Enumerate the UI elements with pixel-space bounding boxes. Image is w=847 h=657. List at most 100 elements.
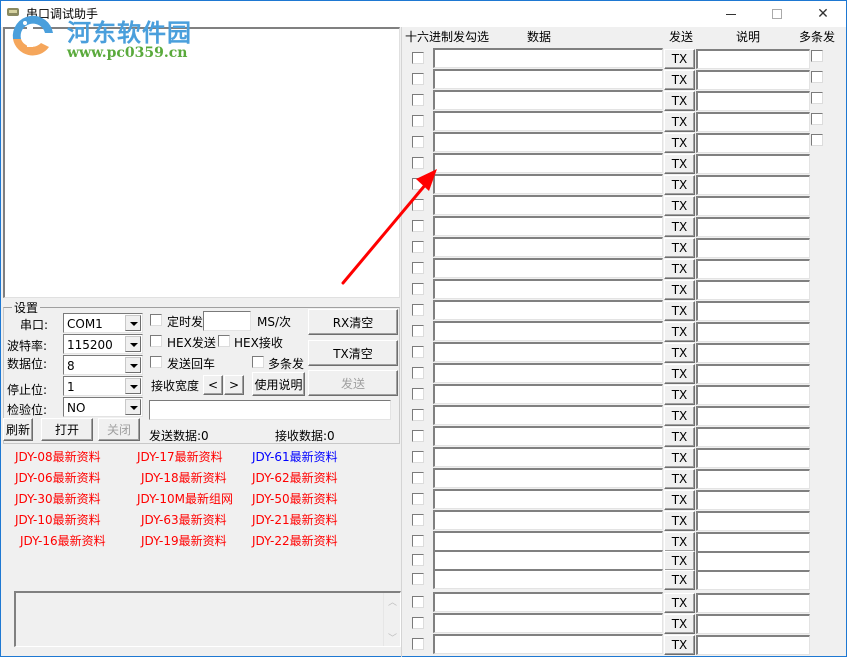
stopbits-select[interactable]: 1	[63, 376, 143, 396]
row-description-input[interactable]	[696, 154, 810, 174]
row-data-input[interactable]	[433, 90, 663, 110]
row-data-input[interactable]	[433, 447, 663, 467]
minimize-button[interactable]	[708, 1, 754, 27]
row-description-input[interactable]	[696, 91, 810, 111]
row-description-input[interactable]	[696, 238, 810, 258]
row-data-input[interactable]	[433, 468, 663, 488]
hex-select-checkbox[interactable]	[412, 573, 424, 585]
product-link[interactable]: JDY-08最新资料	[15, 448, 101, 465]
row-data-input[interactable]	[433, 384, 663, 404]
row-data-input[interactable]	[433, 48, 663, 68]
close-button[interactable]: ✕	[800, 1, 846, 27]
hex-select-checkbox[interactable]	[412, 157, 424, 169]
hex-select-checkbox[interactable]	[412, 514, 424, 526]
row-description-input[interactable]	[696, 427, 810, 447]
row-data-input[interactable]	[433, 405, 663, 425]
row-description-input[interactable]	[696, 217, 810, 237]
row-tx-button[interactable]: TX	[664, 511, 695, 531]
hex-select-checkbox[interactable]	[412, 304, 424, 316]
hex-select-checkbox[interactable]	[412, 136, 424, 148]
product-link[interactable]: JDY-19最新资料	[141, 532, 227, 549]
row-tx-button[interactable]: TX	[664, 343, 695, 363]
row-multi-send-checkbox[interactable]	[811, 50, 823, 62]
row-data-input[interactable]	[433, 531, 663, 551]
row-tx-button[interactable]: TX	[664, 91, 695, 111]
open-button[interactable]: 打开	[41, 418, 93, 441]
product-link[interactable]: JDY-18最新资料	[141, 469, 227, 486]
product-link[interactable]: JDY-21最新资料	[252, 511, 338, 528]
row-data-input[interactable]	[433, 111, 663, 131]
row-tx-button[interactable]: TX	[664, 570, 695, 590]
hex-select-checkbox[interactable]	[412, 367, 424, 379]
log-textarea[interactable]: ︿ ﹀	[14, 591, 401, 647]
tx-clear-button[interactable]: TX清空	[308, 340, 398, 366]
databits-select[interactable]: 8	[63, 355, 143, 375]
row-data-input[interactable]	[433, 69, 663, 89]
row-description-input[interactable]	[696, 570, 810, 590]
row-tx-button[interactable]: TX	[664, 406, 695, 426]
hex-select-checkbox[interactable]	[412, 535, 424, 547]
row-tx-button[interactable]: TX	[664, 427, 695, 447]
row-description-input[interactable]	[696, 532, 810, 552]
product-link[interactable]: JDY-30最新资料	[15, 490, 101, 507]
hex-select-checkbox[interactable]	[412, 409, 424, 421]
row-tx-button[interactable]: TX	[664, 196, 695, 216]
row-data-input[interactable]	[433, 321, 663, 341]
row-description-input[interactable]	[696, 511, 810, 531]
hex-recv-checkbox[interactable]	[218, 335, 230, 347]
row-data-input[interactable]	[433, 363, 663, 383]
row-description-input[interactable]	[696, 551, 810, 571]
hex-select-checkbox[interactable]	[412, 325, 424, 337]
row-description-input[interactable]	[696, 364, 810, 384]
row-tx-button[interactable]: TX	[664, 614, 695, 634]
row-multi-send-checkbox[interactable]	[811, 134, 823, 146]
row-description-input[interactable]	[696, 49, 810, 69]
row-data-input[interactable]	[433, 237, 663, 257]
parity-select[interactable]: NO	[63, 397, 143, 417]
row-tx-button[interactable]: TX	[664, 154, 695, 174]
product-link[interactable]: JDY-62最新资料	[252, 469, 338, 486]
row-tx-button[interactable]: TX	[664, 175, 695, 195]
width-decrease-button[interactable]: <	[203, 375, 223, 395]
help-button[interactable]: 使用说明	[252, 372, 305, 396]
hex-select-checkbox[interactable]	[412, 178, 424, 190]
row-data-input[interactable]	[433, 132, 663, 152]
row-tx-button[interactable]: TX	[664, 322, 695, 342]
row-description-input[interactable]	[696, 70, 810, 90]
row-tx-button[interactable]: TX	[664, 635, 695, 655]
hex-select-checkbox[interactable]	[412, 388, 424, 400]
hex-select-checkbox[interactable]	[412, 283, 424, 295]
row-description-input[interactable]	[696, 301, 810, 321]
row-description-input[interactable]	[696, 175, 810, 195]
row-multi-send-checkbox[interactable]	[811, 71, 823, 83]
row-description-input[interactable]	[696, 133, 810, 153]
product-link[interactable]: JDY-63最新资料	[141, 511, 227, 528]
row-data-input[interactable]	[433, 592, 663, 612]
row-tx-button[interactable]: TX	[664, 364, 695, 384]
row-description-input[interactable]	[696, 322, 810, 342]
row-data-input[interactable]	[433, 258, 663, 278]
hex-select-checkbox[interactable]	[412, 638, 424, 650]
row-data-input[interactable]	[433, 342, 663, 362]
row-tx-button[interactable]: TX	[664, 532, 695, 552]
rx-clear-button[interactable]: RX清空	[308, 309, 398, 335]
hex-select-checkbox[interactable]	[412, 220, 424, 232]
hex-select-checkbox[interactable]	[412, 617, 424, 629]
row-tx-button[interactable]: TX	[664, 133, 695, 153]
chevron-down-icon[interactable]	[125, 357, 141, 373]
row-data-input[interactable]	[433, 426, 663, 446]
row-description-input[interactable]	[696, 343, 810, 363]
row-data-input[interactable]	[433, 153, 663, 173]
row-data-input[interactable]	[433, 174, 663, 194]
chevron-down-icon[interactable]	[125, 315, 141, 331]
row-tx-button[interactable]: TX	[664, 217, 695, 237]
chevron-down-icon[interactable]	[125, 399, 141, 415]
timed-send-checkbox[interactable]	[150, 314, 162, 326]
row-tx-button[interactable]: TX	[664, 448, 695, 468]
row-tx-button[interactable]: TX	[664, 301, 695, 321]
row-data-input[interactable]	[433, 634, 663, 654]
product-link[interactable]: JDY-10最新资料	[15, 511, 101, 528]
row-description-input[interactable]	[696, 406, 810, 426]
row-tx-button[interactable]: TX	[664, 593, 695, 613]
product-link[interactable]: JDY-61最新资料	[252, 448, 338, 465]
